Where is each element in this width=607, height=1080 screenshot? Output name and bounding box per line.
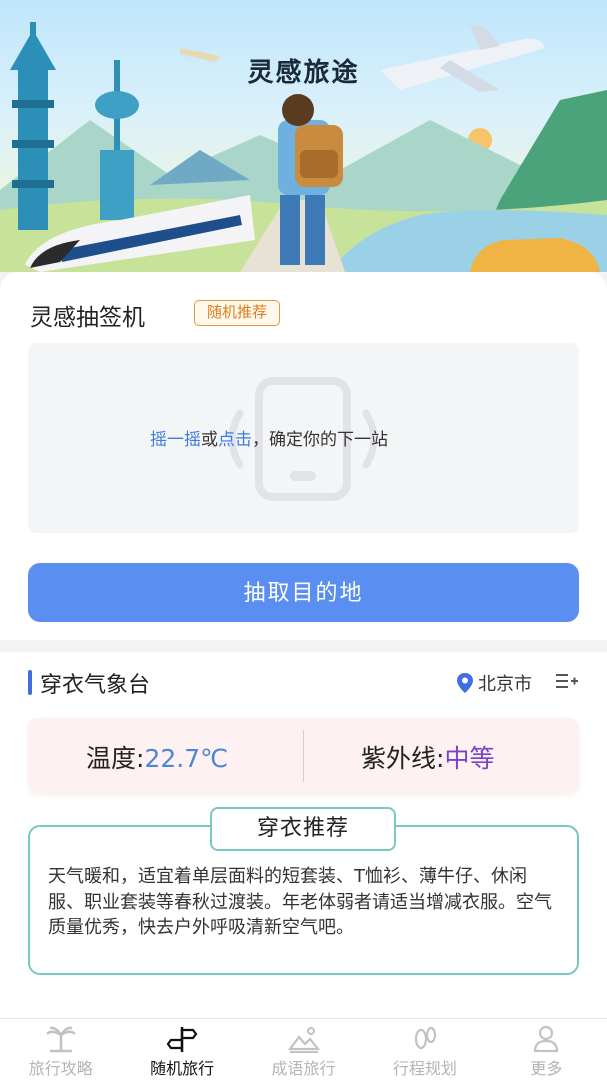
draw-destination-button[interactable]: 抽取目的地: [28, 563, 579, 622]
user-icon: [534, 1025, 559, 1053]
random-recommend-badge: 随机推荐: [194, 300, 281, 326]
list-add-icon[interactable]: [556, 672, 578, 690]
nav-label: 行程规划: [392, 1059, 457, 1078]
nav-item-more[interactable]: 更多: [486, 1019, 607, 1080]
lottery-title: 灵感抽签机: [30, 305, 145, 331]
location-name: 北京市: [478, 674, 532, 695]
stats-divider: [303, 730, 304, 782]
location-pin-icon: [457, 673, 473, 693]
uv-label: 紫外线:: [361, 744, 445, 773]
hint-or: 或: [201, 430, 218, 450]
clothing-recommendation-text: 天气暖和，适宜着单层面料的短套装、T恤衫、薄牛仔、休闲服、职业套装等春秋过渡装。…: [48, 866, 552, 938]
shake-link[interactable]: 摇一摇: [150, 430, 201, 450]
weather-title: 穿衣气象台: [40, 673, 151, 698]
footprint-icon: [414, 1026, 437, 1050]
nav-label: 旅行攻略: [28, 1059, 93, 1078]
travel-illustration: [0, 22, 607, 272]
nav-item-itinerary[interactable]: 行程规划: [364, 1019, 485, 1080]
landscape-icon: [287, 1027, 320, 1053]
uv-value: 中等: [444, 744, 495, 773]
signpost-icon: [166, 1027, 198, 1052]
temperature-label: 温度:: [86, 744, 145, 773]
nav-label: 更多: [530, 1059, 563, 1078]
nav-item-idiom-travel[interactable]: 成语旅行: [243, 1019, 364, 1080]
palm-tree-icon: [45, 1026, 76, 1053]
bottom-nav: 旅行攻略 随机旅行 成语旅行 行程规划 更多: [0, 1018, 607, 1080]
location-selector[interactable]: 北京市: [456, 670, 532, 696]
hint-rest: ，确定你的下一站: [252, 430, 388, 450]
nav-item-travel-guide[interactable]: 旅行攻略: [0, 1019, 121, 1080]
clothing-recommendation-title: 穿衣推荐: [210, 807, 396, 851]
nav-label: 成语旅行: [271, 1059, 336, 1078]
temperature-stat: 温度:22.7℃: [86, 739, 228, 775]
shake-hint: 摇一摇或点击，确定你的下一站: [150, 425, 388, 450]
click-link[interactable]: 点击: [218, 430, 252, 450]
nav-item-random-travel[interactable]: 随机旅行: [121, 1019, 242, 1080]
nav-label: 随机旅行: [150, 1059, 215, 1078]
hero-banner: 灵感旅途: [0, 0, 607, 272]
uv-stat: 紫外线:中等: [361, 739, 494, 775]
app-title: 灵感旅途: [247, 58, 360, 88]
temperature-value: 22.7℃: [144, 744, 229, 773]
section-accent-bar: [28, 670, 32, 695]
